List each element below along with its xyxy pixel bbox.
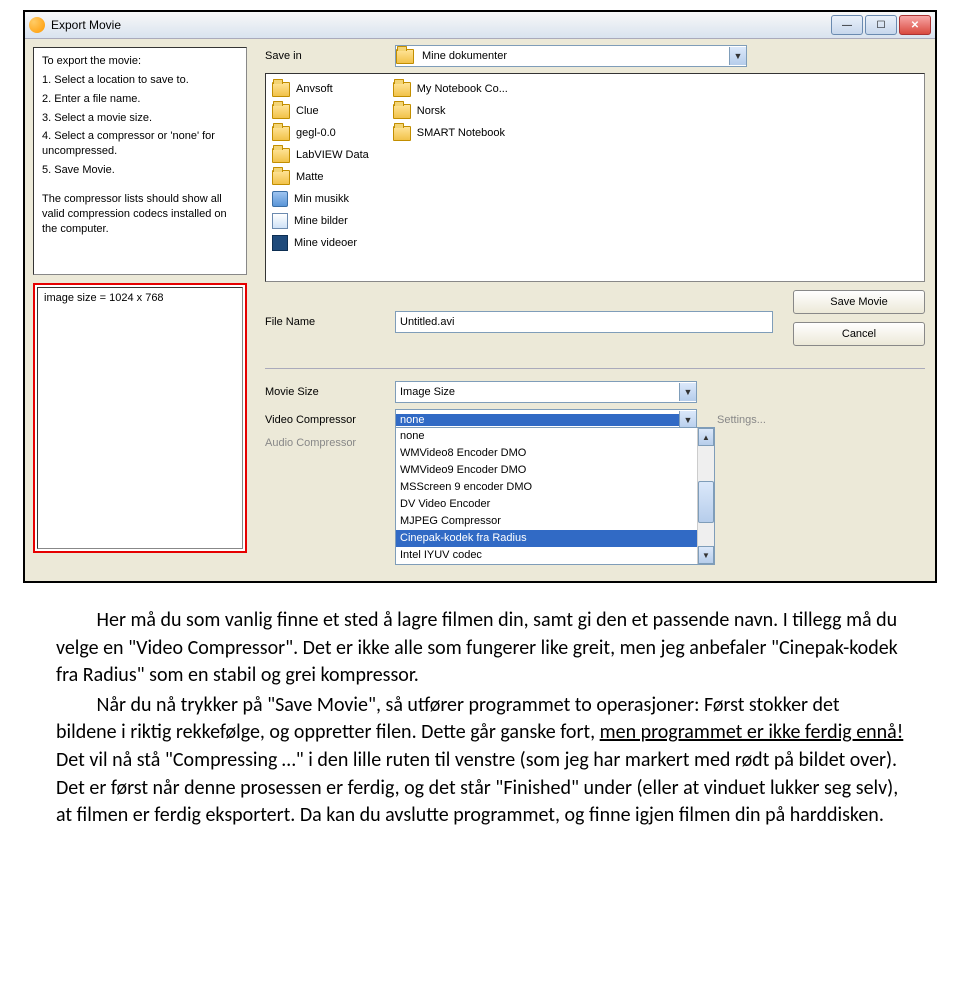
file-browser-item[interactable]: My Notebook Co... (393, 80, 508, 98)
file-browser-item-label: SMART Notebook (417, 127, 505, 139)
save-in-row: Save in Mine dokumenter ▼ (265, 45, 925, 67)
codec-option[interactable]: Intel IYUV codec (396, 547, 697, 564)
cancel-button[interactable]: Cancel (793, 322, 925, 346)
file-browser-item-label: My Notebook Co... (417, 83, 508, 95)
movie-size-combo[interactable]: Image Size ▼ (395, 381, 697, 403)
movie-size-label: Movie Size (265, 386, 395, 398)
folder-icon (396, 49, 414, 64)
folder-icon (272, 82, 290, 97)
scrollbar[interactable]: ▲ ▼ (697, 428, 714, 564)
save-in-combo[interactable]: Mine dokumenter ▼ (395, 45, 747, 67)
file-browser-item[interactable]: Mine videoer (272, 234, 369, 252)
file-browser-item[interactable]: SMART Notebook (393, 124, 508, 142)
file-browser-item[interactable]: Mine bilder (272, 212, 369, 230)
file-browser-item[interactable]: Anvsoft (272, 80, 369, 98)
instruction-step: 3. Select a movie size. (42, 111, 238, 126)
folder-icon (272, 126, 290, 141)
file-browser-item-label: LabVIEW Data (296, 149, 369, 161)
file-browser-item[interactable]: Clue (272, 102, 369, 120)
file-browser-item[interactable]: LabVIEW Data (272, 146, 369, 164)
chevron-down-icon[interactable]: ▼ (679, 383, 696, 401)
file-browser-item-label: gegl-0.0 (296, 127, 336, 139)
save-in-label: Save in (265, 50, 395, 62)
folder-icon (393, 126, 411, 141)
instructions-note: The compressor lists should show all val… (42, 192, 238, 237)
scroll-thumb[interactable] (698, 481, 714, 523)
video-compressor-dropdown-list[interactable]: noneWMVideo8 Encoder DMOWMVideo9 Encoder… (395, 427, 715, 565)
save-movie-button[interactable]: Save Movie (793, 290, 925, 314)
window-title: Export Movie (51, 18, 829, 32)
maximize-button[interactable]: ☐ (865, 15, 897, 35)
article-text: Her må du som vanlig finne et sted å lag… (20, 583, 940, 842)
codec-option[interactable]: none (396, 428, 697, 445)
instructions-heading: To export the movie: (42, 54, 238, 69)
folder-icon (393, 104, 411, 119)
codec-option[interactable]: MJPEG Compressor (396, 513, 697, 530)
folder-icon (272, 104, 290, 119)
app-icon (29, 17, 45, 33)
close-button[interactable]: ✕ (899, 15, 931, 35)
minimize-button[interactable]: — (831, 15, 863, 35)
videos-icon (272, 235, 288, 251)
file-name-input[interactable] (395, 311, 773, 333)
file-browser[interactable]: Anvsoft Clue gegl-0.0 LabVIEW Data Matte Min … (265, 73, 925, 282)
folder-icon (393, 82, 411, 97)
codec-option[interactable]: WMVideo8 Encoder DMO (396, 445, 697, 462)
settings-link[interactable]: Settings... (717, 414, 766, 426)
scroll-down-icon[interactable]: ▼ (698, 546, 714, 564)
codec-option[interactable]: Cinepak-kodek fra Radius (396, 530, 697, 547)
audio-compressor-label: Audio Compressor (265, 437, 395, 449)
status-panel-highlighted: image size = 1024 x 768 (33, 283, 247, 553)
chevron-down-icon[interactable]: ▼ (729, 47, 746, 65)
codec-option[interactable]: MSScreen 9 encoder DMO (396, 479, 697, 496)
instruction-step: 4. Select a compressor or 'none' for unc… (42, 129, 238, 159)
video-compressor-value: none (396, 414, 679, 426)
save-in-value: Mine dokumenter (418, 50, 729, 62)
codec-option[interactable]: WMVideo9 Encoder DMO (396, 462, 697, 479)
instruction-step: 5. Save Movie. (42, 163, 238, 178)
titlebar: Export Movie — ☐ ✕ (25, 12, 935, 39)
file-browser-item[interactable]: gegl-0.0 (272, 124, 369, 142)
file-browser-item-label: Matte (296, 171, 324, 183)
file-browser-item-label: Min musikk (294, 193, 349, 205)
folder-icon (272, 170, 290, 185)
file-browser-item-label: Anvsoft (296, 83, 333, 95)
codec-option[interactable]: DV Video Encoder (396, 496, 697, 513)
file-browser-item-label: Clue (296, 105, 319, 117)
video-compressor-label: Video Compressor (265, 414, 395, 426)
file-browser-item[interactable]: Matte (272, 168, 369, 186)
pictures-icon (272, 213, 288, 229)
instruction-step: 1. Select a location to save to. (42, 73, 238, 88)
image-size-status: image size = 1024 x 768 (44, 292, 164, 304)
file-browser-item[interactable]: Min musikk (272, 190, 369, 208)
folder-icon (272, 148, 290, 163)
file-browser-item[interactable]: Norsk (393, 102, 508, 120)
file-name-label: File Name (265, 316, 395, 328)
scroll-up-icon[interactable]: ▲ (698, 428, 714, 446)
music-icon (272, 191, 288, 207)
instruction-step: 2. Enter a file name. (42, 92, 238, 107)
movie-size-value: Image Size (396, 386, 679, 398)
instructions-panel: To export the movie: 1. Select a locatio… (33, 47, 247, 275)
file-browser-item-label: Norsk (417, 105, 446, 117)
export-movie-dialog: Export Movie — ☐ ✕ To export the movie: … (23, 10, 937, 583)
file-browser-item-label: Mine videoer (294, 237, 357, 249)
file-browser-item-label: Mine bilder (294, 215, 348, 227)
